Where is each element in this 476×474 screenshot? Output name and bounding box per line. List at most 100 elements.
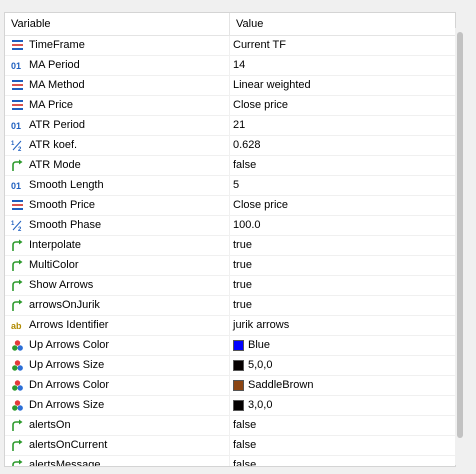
input-row[interactable]: alertsOnCurrent false xyxy=(5,436,455,456)
string-icon: ab xyxy=(11,319,24,332)
svg-text:2: 2 xyxy=(18,227,22,232)
variable-column-header[interactable]: Variable xyxy=(5,13,230,35)
value-text: false xyxy=(233,419,257,431)
bool-icon xyxy=(11,279,24,292)
bool-icon xyxy=(11,419,24,432)
input-row[interactable]: alertsOn false xyxy=(5,416,455,436)
input-row[interactable]: ab Arrows Identifier jurik arrows xyxy=(5,316,455,336)
value-text: Current TF xyxy=(233,39,286,51)
input-row[interactable]: Up Arrows Color Blue xyxy=(5,336,455,356)
input-row[interactable]: Dn Arrows Size 3,0,0 xyxy=(5,396,455,416)
input-row[interactable]: Smooth Price Close price xyxy=(5,196,455,216)
variable-cell: 1 2 ATR koef. xyxy=(5,136,230,155)
value-cell[interactable]: jurik arrows xyxy=(230,316,455,335)
variable-name: ATR Period xyxy=(29,119,86,131)
int-icon: 01 xyxy=(11,119,24,132)
input-row[interactable]: TimeFrame Current TF xyxy=(5,36,455,56)
input-row[interactable]: 1 2 ATR koef. 0.628 xyxy=(5,136,455,156)
variable-cell: MultiColor xyxy=(5,256,230,275)
input-row[interactable]: 01 Smooth Length 5 xyxy=(5,176,455,196)
input-row[interactable]: alertsMessage false xyxy=(5,456,455,466)
vertical-scrollbar[interactable] xyxy=(455,28,465,465)
color-icon xyxy=(11,379,24,392)
value-text: 100.0 xyxy=(233,219,261,231)
grid-header: Variable Value xyxy=(5,13,455,36)
input-row[interactable]: 01 MA Period 14 xyxy=(5,56,455,76)
input-row[interactable]: ATR Mode false xyxy=(5,156,455,176)
double-icon: 1 2 xyxy=(11,219,24,232)
variable-name: MA Period xyxy=(29,59,80,71)
value-text: true xyxy=(233,239,252,251)
variable-cell: 1 2 Smooth Phase xyxy=(5,216,230,235)
svg-text:ab: ab xyxy=(11,321,22,331)
variable-cell: MA Price xyxy=(5,96,230,115)
variable-name: MA Price xyxy=(29,99,74,111)
value-text: true xyxy=(233,299,252,311)
value-cell[interactable]: false xyxy=(230,416,455,435)
input-row[interactable]: Up Arrows Size 5,0,0 xyxy=(5,356,455,376)
variable-name: Dn Arrows Size xyxy=(29,399,105,411)
value-cell[interactable]: 3,0,0 xyxy=(230,396,455,415)
int-icon: 01 xyxy=(11,179,24,192)
value-text: 5,0,0 xyxy=(248,359,273,371)
variable-cell: 01 MA Period xyxy=(5,56,230,75)
scrollbar-thumb[interactable] xyxy=(457,32,463,438)
color-swatch[interactable] xyxy=(233,400,244,411)
color-swatch[interactable] xyxy=(233,380,244,391)
variable-name: Smooth Phase xyxy=(29,219,102,231)
value-cell[interactable]: 5,0,0 xyxy=(230,356,455,375)
bool-icon xyxy=(11,299,24,312)
input-row[interactable]: MA Price Close price xyxy=(5,96,455,116)
value-cell[interactable]: 21 xyxy=(230,116,455,135)
value-text: 21 xyxy=(233,119,246,131)
value-text: Close price xyxy=(233,199,289,211)
value-cell[interactable]: false xyxy=(230,456,455,466)
value-text: true xyxy=(233,259,252,271)
variable-cell: arrowsOnJurik xyxy=(5,296,230,315)
value-cell[interactable]: Blue xyxy=(230,336,455,355)
input-row[interactable]: arrowsOnJurik true xyxy=(5,296,455,316)
value-column-header[interactable]: Value xyxy=(230,13,455,35)
svg-text:1: 1 xyxy=(11,141,15,147)
value-cell[interactable]: Linear weighted xyxy=(230,76,455,95)
value-cell[interactable]: 5 xyxy=(230,176,455,195)
value-text: jurik arrows xyxy=(233,319,290,331)
svg-text:1: 1 xyxy=(11,221,15,227)
input-row[interactable]: Show Arrows true xyxy=(5,276,455,296)
variable-cell: alertsOn xyxy=(5,416,230,435)
color-swatch[interactable] xyxy=(233,340,244,351)
value-cell[interactable]: SaddleBrown xyxy=(230,376,455,395)
value-cell[interactable]: true xyxy=(230,276,455,295)
color-swatch[interactable] xyxy=(233,360,244,371)
value-cell[interactable]: true xyxy=(230,236,455,255)
value-cell[interactable]: Close price xyxy=(230,96,455,115)
svg-text:2: 2 xyxy=(18,147,22,152)
variable-cell: Show Arrows xyxy=(5,276,230,295)
input-row[interactable]: MA Method Linear weighted xyxy=(5,76,455,96)
value-cell[interactable]: Close price xyxy=(230,196,455,215)
input-row[interactable]: MultiColor true xyxy=(5,256,455,276)
variable-cell: Dn Arrows Size xyxy=(5,396,230,415)
variable-cell: MA Method xyxy=(5,76,230,95)
input-row[interactable]: Interpolate true xyxy=(5,236,455,256)
variable-cell: TimeFrame xyxy=(5,36,230,55)
value-cell[interactable]: true xyxy=(230,256,455,275)
variable-cell: ATR Mode xyxy=(5,156,230,175)
input-row[interactable]: Dn Arrows Color SaddleBrown xyxy=(5,376,455,396)
input-row[interactable]: 01 ATR Period 21 xyxy=(5,116,455,136)
value-cell[interactable]: Current TF xyxy=(230,36,455,55)
value-cell[interactable]: 0.628 xyxy=(230,136,455,155)
variable-name: Dn Arrows Color xyxy=(29,379,110,391)
input-row[interactable]: 1 2 Smooth Phase 100.0 xyxy=(5,216,455,236)
bool-icon xyxy=(11,439,24,452)
value-cell[interactable]: 14 xyxy=(230,56,455,75)
value-cell[interactable]: false xyxy=(230,436,455,455)
value-cell[interactable]: true xyxy=(230,296,455,315)
color-icon xyxy=(11,399,24,412)
value-cell[interactable]: false xyxy=(230,156,455,175)
value-cell[interactable]: 100.0 xyxy=(230,216,455,235)
value-text: SaddleBrown xyxy=(248,379,314,391)
variable-name: ATR Mode xyxy=(29,159,81,171)
enum-icon xyxy=(11,79,24,92)
value-text: Close price xyxy=(233,99,289,111)
